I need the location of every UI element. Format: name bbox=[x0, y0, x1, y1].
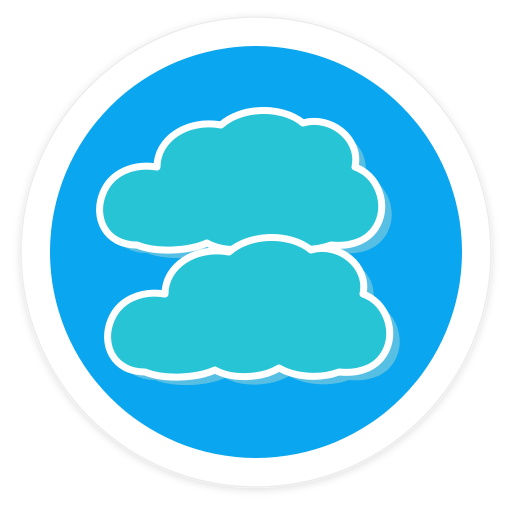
app-icon bbox=[0, 0, 512, 512]
clouds-icon bbox=[20, 16, 492, 488]
